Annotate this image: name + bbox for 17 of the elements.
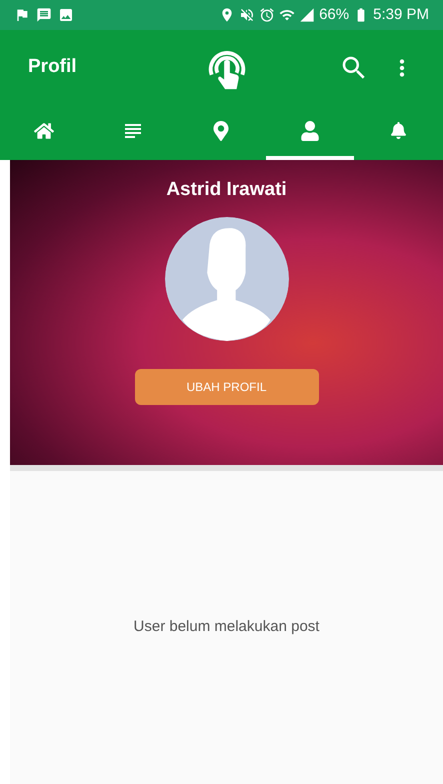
toolbar-title: Profil bbox=[28, 55, 77, 80]
signal-icon bbox=[299, 7, 316, 23]
home-icon bbox=[34, 120, 54, 140]
bell-icon bbox=[390, 122, 408, 139]
person-icon bbox=[300, 120, 320, 140]
location-pin-icon bbox=[211, 120, 232, 140]
empty-posts-message: User belum melakukan post bbox=[134, 617, 320, 638]
edit-profile-button[interactable]: UBAH PROFIL bbox=[134, 368, 318, 404]
avatar-icon bbox=[164, 216, 288, 340]
chat-icon bbox=[36, 7, 52, 23]
profile-name: Astrid Irawati bbox=[166, 178, 287, 202]
status-time: 5:39 PM bbox=[373, 4, 429, 25]
image-icon bbox=[58, 7, 74, 23]
battery-percent: 66% bbox=[319, 4, 350, 25]
alarm-icon bbox=[259, 7, 276, 23]
wifi-icon bbox=[279, 7, 296, 23]
mute-icon bbox=[239, 7, 256, 23]
